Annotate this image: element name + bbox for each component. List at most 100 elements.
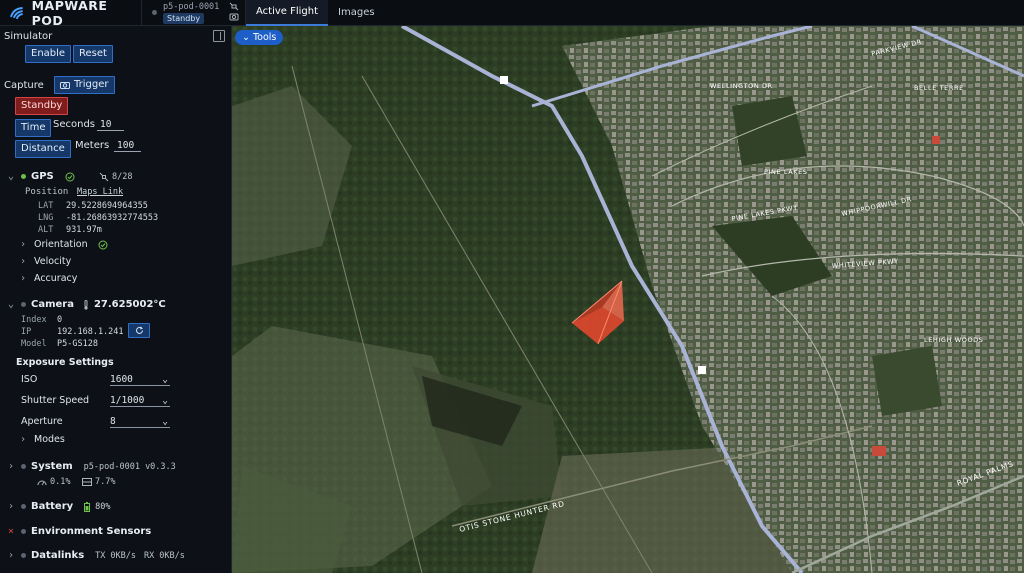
map-imagery[interactable]: PINE LAKES PINE LAKES PKWY WHIPPOORWILL … (232, 26, 1024, 573)
orientation-label: Orientation (34, 239, 88, 250)
gauge-icon (37, 480, 47, 486)
chevron-down-icon: ⌄ (242, 32, 253, 43)
meters-input[interactable]: 100 (114, 140, 141, 152)
shutter-speed-value: 1/1000 (110, 395, 145, 406)
check-circle-icon (98, 240, 108, 249)
battery-section-header[interactable]: › Battery 80% (6, 501, 111, 512)
satellite-icon (229, 2, 239, 10)
refresh-icon (135, 326, 143, 334)
iso-value: 1600 (110, 374, 133, 385)
time-mode-button[interactable]: Time (15, 119, 52, 137)
cpu-value: 0.1% (50, 477, 71, 487)
velocity-label: Velocity (34, 256, 72, 267)
route-shield-icon (698, 366, 706, 374)
accuracy-row[interactable]: › Accuracy (18, 273, 77, 284)
distance-mode-button[interactable]: Distance (15, 140, 71, 158)
gps-satellites: 8/28 (99, 172, 132, 182)
system-section-header[interactable]: › System p5-pod-0001 v0.3.3 (6, 461, 176, 472)
env-sensors-title: Environment Sensors (31, 526, 152, 537)
exposure-settings-title: Exposure Settings (16, 357, 114, 368)
tab-active-flight[interactable]: Active Flight (246, 0, 329, 26)
lng-label: LNG (38, 213, 54, 223)
check-circle-icon (65, 172, 75, 181)
poi-marker (932, 136, 940, 144)
camera-index-value: 0 (57, 315, 63, 325)
datalinks-title: Datalinks (31, 550, 85, 561)
poi-marker (872, 446, 886, 456)
iso-select[interactable]: 1600 ⌄ (110, 374, 170, 386)
camera-model-label: Model (21, 339, 47, 349)
chevron-right-icon: › (7, 550, 15, 561)
modes-row[interactable]: › Modes (18, 434, 65, 445)
refresh-ip-button[interactable] (128, 323, 150, 338)
alt-label: ALT (38, 225, 54, 235)
brand: MAPWARE POD (0, 0, 142, 28)
chevron-right-icon: › (7, 501, 15, 512)
memory-usage: 7.7% (82, 477, 115, 487)
thermometer-icon (84, 299, 88, 310)
env-sensors-section-header[interactable]: × Environment Sensors (6, 526, 151, 537)
standby-button[interactable]: Standby (15, 97, 69, 115)
lat-value: 29.5228694964355 (66, 201, 148, 211)
chevron-right-icon: › (19, 434, 27, 445)
iso-label: ISO (21, 374, 38, 385)
chevron-down-icon: ⌄ (7, 299, 15, 310)
tools-label: Tools (252, 32, 277, 43)
alt-value: 931.97m (66, 225, 102, 235)
enable-button[interactable]: Enable (25, 45, 72, 63)
env-status-dot (21, 529, 26, 534)
pod-status-dot (152, 10, 157, 15)
sidebar: Simulator Enable Reset Capture Trigger S… (0, 26, 232, 573)
tools-button[interactable]: ⌄ Tools (235, 30, 284, 45)
chevron-down-icon: ⌄ (162, 395, 168, 406)
camera-status-dot (21, 302, 26, 307)
chevron-right-icon: › (19, 239, 27, 250)
reset-button[interactable]: Reset (73, 45, 113, 63)
trigger-button[interactable]: Trigger (54, 76, 115, 94)
chevron-down-icon: ⌄ (162, 416, 168, 427)
chevron-right-icon: › (19, 273, 27, 284)
seconds-label: Seconds (53, 119, 96, 130)
camera-section-header[interactable]: ⌄ Camera 27.625002°C (6, 299, 166, 310)
satellite-map[interactable]: PINE LAKES PINE LAKES PKWY WHIPPOORWILL … (232, 26, 1024, 573)
position-label: Position (25, 187, 69, 197)
chevron-right-icon: › (19, 256, 27, 267)
map-label-wellington-dr: WELLINGTON DR (710, 82, 773, 90)
satellite-count: 8/28 (112, 172, 133, 182)
battery-icon (84, 501, 91, 512)
collapse-sidebar-icon[interactable] (213, 30, 225, 42)
seconds-input[interactable]: 10 (97, 119, 124, 131)
chevron-right-icon: › (7, 461, 15, 472)
orientation-row[interactable]: › Orientation (18, 239, 108, 250)
camera-title: Camera (31, 299, 74, 310)
route-shield-icon (500, 76, 508, 84)
velocity-row[interactable]: › Velocity (18, 256, 71, 267)
pod-selector[interactable]: p5-pod-0001 Standby (142, 0, 246, 26)
aperture-select[interactable]: 8 ⌄ (110, 416, 170, 428)
mapware-logo-icon (10, 6, 23, 19)
datalinks-section-header[interactable]: › Datalinks TX 0KB/s RX 0KB/s (6, 550, 185, 561)
camera-model-value: P5-GS128 (57, 339, 98, 349)
battery-title: Battery (31, 501, 74, 512)
maps-link[interactable]: Maps Link (77, 187, 123, 197)
aperture-value: 8 (110, 416, 116, 427)
battery-status-dot (21, 504, 26, 509)
map-label-belle-terre: BELLE TERRE (914, 84, 964, 92)
tab-images[interactable]: Images (328, 0, 385, 26)
tx-value: 0KB/s (110, 550, 136, 561)
shutter-speed-select[interactable]: 1/1000 ⌄ (110, 395, 170, 407)
map-label-lehigh-woods: LEHIGH WOODS (924, 336, 984, 344)
aperture-label: Aperture (21, 416, 63, 427)
system-title: System (31, 461, 73, 472)
pod-id: p5-pod-0001 (163, 1, 220, 12)
gps-section-header[interactable]: ⌄ GPS (6, 171, 75, 182)
close-icon: × (7, 526, 15, 537)
battery-level: 80% (95, 501, 111, 512)
rx-value: 0KB/s (159, 550, 185, 561)
datalinks-status-dot (21, 553, 26, 558)
camera-index-label: Index (21, 315, 47, 325)
memory-icon (82, 478, 92, 486)
camera-icon (229, 13, 239, 20)
camera-temperature: 27.625002°C (93, 299, 166, 310)
modes-label: Modes (34, 434, 65, 445)
